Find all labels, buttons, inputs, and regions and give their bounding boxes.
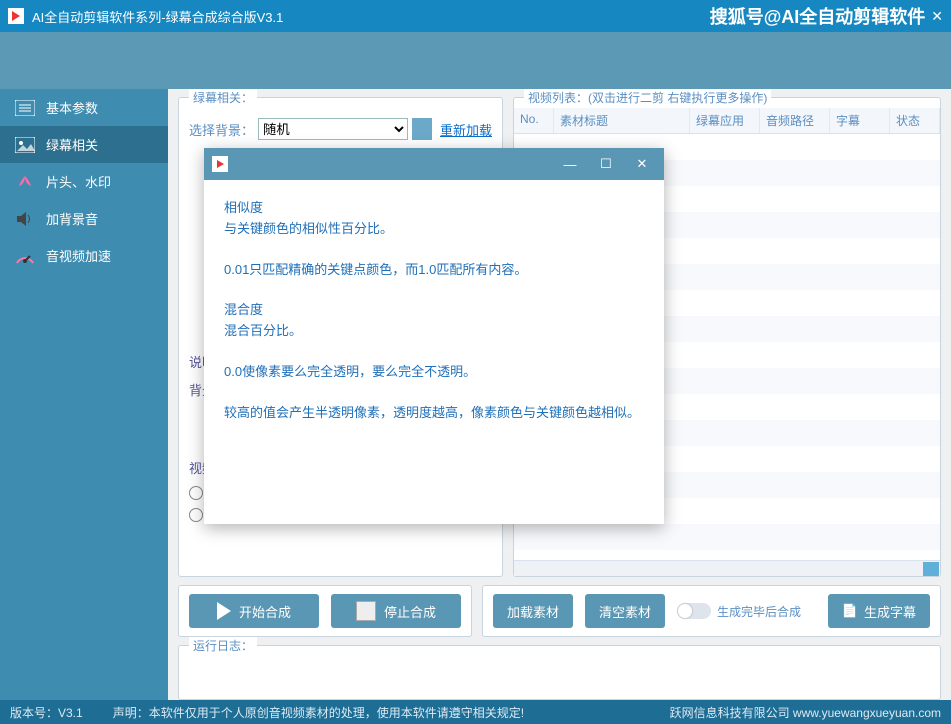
load-button[interactable]: 加载素材 xyxy=(493,594,573,628)
log-panel: 运行日志： xyxy=(178,645,941,700)
statusbar: 版本号：V3.1 声明：本软件仅用于个人原创音视频素材的处理，使用本软件请遵守相… xyxy=(0,700,951,724)
dropdown-button[interactable] xyxy=(412,118,432,140)
dialog-body: 相似度与关键颜色的相似性百分比。 0.01只匹配精确的关键点颜色，而1.0匹配所… xyxy=(204,180,664,524)
panel-legend: 绿幕相关： xyxy=(189,89,257,106)
sidebar-item-bgm[interactable]: 加背景音 xyxy=(0,200,168,237)
sidebar-item-intro[interactable]: 片头、水印 xyxy=(0,163,168,200)
app-title: AI全自动剪辑软件系列-绿幕合成综合版V3.1 xyxy=(32,7,283,26)
help-dialog: — ☐ ✕ 相似度与关键颜色的相似性百分比。 0.01只匹配精确的关键点颜色，而… xyxy=(204,148,664,524)
col-audio: 音频路径 xyxy=(760,108,830,133)
col-status: 状态 xyxy=(890,108,940,133)
panel-legend: 视频列表：(双击进行二剪 右键执行更多操作) xyxy=(524,89,771,106)
sidebar-item-basic[interactable]: 基本参数 xyxy=(0,89,168,126)
reload-link[interactable]: 重新加载 xyxy=(440,120,492,139)
stop-icon xyxy=(356,601,376,621)
col-apply: 绿幕应用 xyxy=(690,108,760,133)
watermark-text: 搜狐号@AI全自动剪辑软件 xyxy=(710,3,926,29)
table-header: No. 素材标题 绿幕应用 音频路径 字幕 状态 xyxy=(514,108,940,134)
toggle-switch[interactable] xyxy=(677,603,711,619)
sidebar: 基本参数 绿幕相关 片头、水印 加背景音 音视频加速 xyxy=(0,89,168,700)
clear-button[interactable]: 清空素材 xyxy=(585,594,665,628)
after-toggle[interactable]: 生成完毕后合成 xyxy=(677,594,801,628)
h-scrollbar[interactable] xyxy=(514,560,940,576)
header-strip xyxy=(0,32,951,89)
sidebar-item-label: 绿幕相关 xyxy=(46,135,98,154)
gauge-icon xyxy=(14,246,36,266)
dialog-close-button[interactable]: ✕ xyxy=(628,152,656,176)
lotus-icon xyxy=(14,172,36,192)
minimize-button[interactable]: — xyxy=(556,152,584,176)
close-icon[interactable]: ✕ xyxy=(931,8,943,25)
version-label: 版本号：V3.1 xyxy=(10,704,83,721)
maximize-button[interactable]: ☐ xyxy=(592,152,620,176)
col-title: 素材标题 xyxy=(554,108,690,133)
disclaimer: 声明：本软件仅用于个人原创音视频素材的处理，使用本软件请遵守相关规定! xyxy=(113,704,524,721)
start-button[interactable]: 开始合成 xyxy=(189,594,319,628)
sidebar-item-label: 加背景音 xyxy=(46,209,98,228)
titlebar: AI全自动剪辑软件系列-绿幕合成综合版V3.1 搜狐号@AI全自动剪辑软件 ✕ xyxy=(0,0,951,32)
bg-label: 选择背景： xyxy=(189,120,254,139)
image-icon xyxy=(14,135,36,155)
document-icon: 📄 xyxy=(842,603,858,619)
sidebar-item-greenscreen[interactable]: 绿幕相关 xyxy=(0,126,168,163)
dialog-icon xyxy=(212,156,228,172)
stop-button[interactable]: 停止合成 xyxy=(331,594,461,628)
app-icon xyxy=(8,8,24,24)
play-icon xyxy=(217,602,231,620)
radio-option-2[interactable] xyxy=(189,508,203,522)
dialog-titlebar[interactable]: — ☐ ✕ xyxy=(204,148,664,180)
bg-select[interactable]: 随机 xyxy=(258,118,408,140)
list-icon xyxy=(14,98,36,118)
gensubs-button[interactable]: 📄 生成字幕 xyxy=(828,594,930,628)
sidebar-item-label: 音视频加速 xyxy=(46,246,111,265)
speaker-icon xyxy=(14,209,36,229)
radio-option-1[interactable] xyxy=(189,486,203,500)
sidebar-item-speed[interactable]: 音视频加速 xyxy=(0,237,168,274)
col-no: No. xyxy=(514,108,554,133)
panel-legend: 运行日志： xyxy=(189,637,257,654)
sidebar-item-label: 片头、水印 xyxy=(46,172,111,191)
brand-label: 跃网信息科技有限公司 www.yuewangxueyuan.com xyxy=(670,704,941,721)
sidebar-item-label: 基本参数 xyxy=(46,98,98,117)
col-subs: 字幕 xyxy=(830,108,890,133)
